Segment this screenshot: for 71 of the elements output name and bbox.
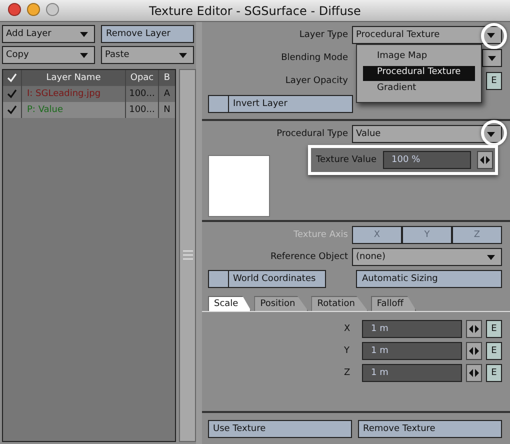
remove-layer-button[interactable]: Remove Layer — [101, 25, 194, 43]
slider-arrows-button[interactable] — [466, 320, 482, 338]
layer-name: P: Value — [26, 105, 64, 115]
field-label: Reference Object — [270, 252, 348, 262]
layer-blend: N — [158, 102, 175, 118]
scale-field[interactable]: 1 m — [362, 320, 462, 338]
tab[interactable]: Scale — [208, 296, 252, 311]
column-header: Layer Name — [45, 73, 102, 83]
window-control-button[interactable] — [46, 3, 59, 16]
grip-icon — [182, 248, 194, 262]
slider-arrows-button[interactable] — [466, 342, 482, 360]
menu-item[interactable]: Procedural Texture — [363, 66, 475, 81]
field-label: Layer Opacity — [284, 76, 348, 86]
automatic-sizing-button[interactable]: Automatic Sizing — [356, 270, 502, 288]
reference-object-dropdown[interactable]: (none) — [352, 248, 502, 266]
invert-layer-checkbox[interactable]: Invert Layer — [208, 95, 353, 113]
layer-row[interactable]: I: SGLeading.jpg 100... A — [3, 86, 175, 102]
left-right-arrows-icon — [469, 369, 479, 377]
tab[interactable]: Position — [254, 296, 308, 311]
field-label: Layer Type — [298, 30, 348, 40]
window-title: Texture Editor - SGSurface - Diffuse — [149, 4, 361, 18]
world-coordinates-checkbox[interactable]: World Coordinates — [208, 270, 326, 288]
envelope-button[interactable]: E — [486, 72, 502, 90]
texture-value-field[interactable]: 100 % — [382, 151, 471, 169]
menu-item[interactable]: Gradient — [363, 82, 475, 97]
layer-row[interactable]: P: Value 100... N — [3, 102, 175, 118]
left-right-arrows-icon — [469, 325, 479, 333]
layer-opacity: 100... — [125, 102, 158, 118]
slider-arrows-button[interactable] — [466, 364, 482, 382]
envelope-button[interactable]: E — [486, 364, 502, 382]
blending-mode-dropdown[interactable] — [482, 49, 502, 67]
check-icon — [7, 73, 17, 83]
caret-icon — [487, 32, 495, 38]
field-label: X — [344, 324, 352, 334]
caret-icon — [179, 52, 187, 58]
window-control-button[interactable] — [8, 3, 21, 16]
caret-icon — [80, 32, 88, 36]
caret-icon — [80, 52, 88, 58]
left-right-arrows-icon — [480, 156, 490, 164]
menu-item[interactable]: Image Map — [363, 50, 475, 65]
remove-texture-button[interactable]: Remove Texture — [358, 420, 502, 438]
paste-dropdown[interactable]: Paste — [101, 46, 194, 64]
scale-field[interactable]: 1 m — [362, 342, 462, 360]
procedural-type-dropdown[interactable]: Value — [352, 125, 502, 143]
caret-icon — [487, 254, 495, 260]
field-label: Y — [344, 346, 350, 356]
layer-name: I: SGLeading.jpg — [26, 89, 102, 99]
left-right-arrows-icon — [469, 347, 479, 355]
field-label: Texture Value — [316, 155, 377, 165]
copy-dropdown[interactable]: Copy — [2, 46, 95, 64]
check-icon[interactable] — [7, 105, 17, 115]
tab[interactable]: Rotation — [311, 296, 368, 311]
highlight-ring — [481, 23, 507, 49]
window-control-button[interactable] — [27, 3, 40, 16]
scrollbar[interactable] — [179, 69, 196, 442]
slider-arrows-button[interactable] — [476, 151, 493, 169]
field-label: Texture Axis — [292, 230, 348, 240]
use-texture-button[interactable]: Use Texture — [208, 420, 352, 438]
field-label: Procedural Type — [276, 129, 348, 139]
field-label: Blending Mode — [280, 53, 348, 63]
envelope-button[interactable]: E — [486, 320, 502, 338]
caret-icon — [488, 56, 496, 60]
layer-type-dropdown[interactable]: Procedural Texture — [352, 26, 502, 44]
tab[interactable]: Falloff — [370, 296, 416, 311]
add-layer-dropdown[interactable]: Add Layer — [2, 25, 95, 43]
field-label: Z — [344, 368, 352, 378]
texture-preview — [208, 155, 270, 217]
caret-icon — [487, 132, 495, 136]
envelope-button[interactable]: E — [486, 342, 502, 360]
scale-field[interactable]: 1 m — [362, 364, 462, 382]
check-icon[interactable] — [7, 89, 17, 99]
